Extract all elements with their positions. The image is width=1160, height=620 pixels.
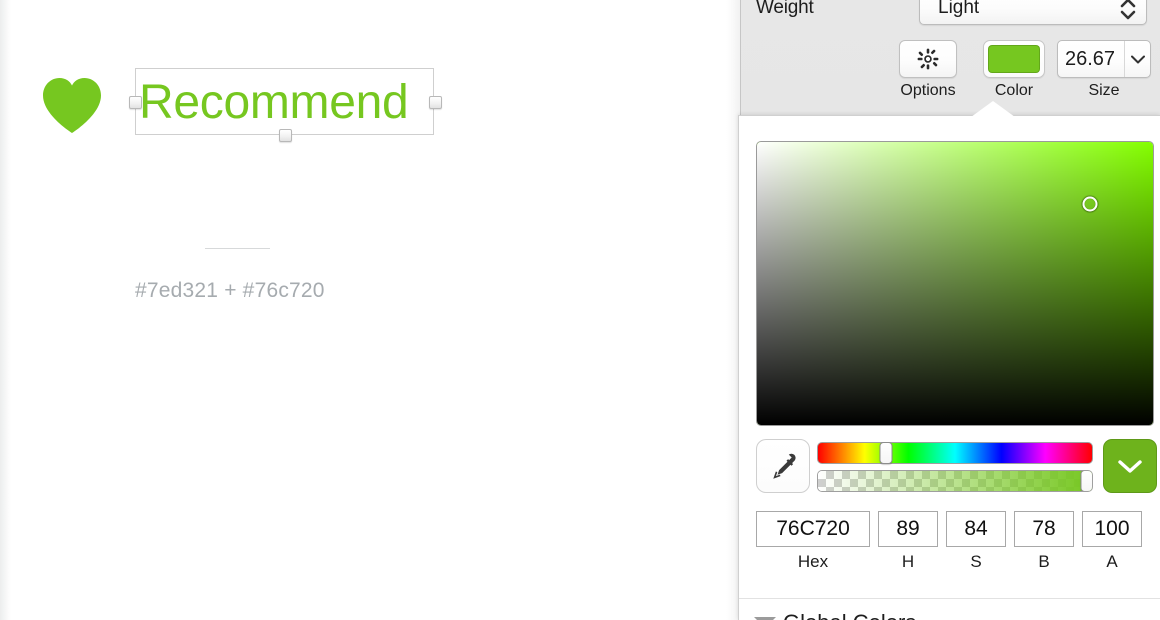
chevron-down-icon: [1130, 55, 1145, 63]
color-field-a[interactable]: 100 A: [1082, 511, 1142, 572]
text-shape-selection[interactable]: Recommend: [129, 68, 442, 142]
sb-black-layer: [757, 142, 1153, 425]
popover-arrow: [971, 101, 1015, 117]
color-field-s-input[interactable]: 84: [946, 511, 1006, 547]
weight-label: Weight: [756, 0, 814, 18]
color-field-s-label: S: [970, 552, 982, 571]
options-button[interactable]: [899, 40, 957, 78]
color-field-b[interactable]: 78 B: [1014, 511, 1074, 572]
color-field-hex-input[interactable]: 76C720: [756, 511, 870, 547]
swatch-caption: #7ed321 + #76c720: [135, 279, 325, 302]
size-value[interactable]: 26.67: [1058, 48, 1124, 71]
weight-select[interactable]: Light: [919, 0, 1147, 25]
heart-icon[interactable]: [41, 77, 103, 134]
chevron-down-icon: [1118, 459, 1142, 473]
options-label: Options: [900, 82, 956, 99]
app-root: Recommend #7ed321 + #76c720 Weight Light: [0, 0, 1160, 620]
color-field-h-label: H: [901, 552, 915, 571]
tool-row: Options Color 26.67 Size: [741, 40, 1160, 112]
color-field-hex-label: Hex: [797, 552, 829, 571]
resize-handle-left[interactable]: [129, 96, 142, 109]
options-tool[interactable]: Options: [880, 40, 976, 100]
color-field-hex[interactable]: 76C720 Hex: [756, 511, 870, 572]
color-value-fields: 76C720 Hex 89 H 84 S 78 B 100 A: [739, 511, 1160, 581]
eyedropper-icon: [773, 453, 796, 479]
shape-text[interactable]: Recommend: [136, 69, 435, 136]
weight-select-value: Light: [938, 0, 980, 18]
expand-collapse-button[interactable]: [1103, 439, 1157, 493]
size-tool[interactable]: 26.67 Size: [1049, 40, 1159, 100]
color-field-b-label: B: [1038, 552, 1050, 571]
caption-divider: [205, 248, 270, 249]
size-dropdown-button[interactable]: [1124, 41, 1150, 77]
saturation-brightness-area[interactable]: [756, 141, 1154, 426]
color-field-b-input[interactable]: 78: [1014, 511, 1074, 547]
color-tool[interactable]: Color: [966, 40, 1062, 100]
canvas-left-edge: [0, 0, 11, 620]
gear-icon: [917, 48, 939, 70]
color-picker-popover: 76C720 Hex 89 H 84 S 78 B 100 A Global Colors: [738, 101, 1160, 620]
global-colors-section[interactable]: Global Colors: [739, 598, 1160, 620]
global-colors-label: Global Colors: [783, 610, 916, 620]
alpha-gradient: [818, 471, 1092, 491]
size-field[interactable]: 26.67: [1057, 40, 1151, 78]
color-field-a-label: A: [1106, 552, 1118, 571]
color-label: Color: [994, 82, 1034, 99]
hue-slider-thumb[interactable]: [879, 442, 893, 464]
color-field-h-input[interactable]: 89: [878, 511, 938, 547]
color-field-a-input[interactable]: 100: [1082, 511, 1142, 547]
stepper-chevrons-icon[interactable]: [1117, 0, 1139, 23]
hue-slider[interactable]: [817, 442, 1093, 464]
color-field-h[interactable]: 89 H: [878, 511, 938, 572]
sb-marker[interactable]: [1082, 196, 1098, 212]
design-canvas[interactable]: Recommend #7ed321 + #76c720: [0, 0, 740, 620]
alpha-slider[interactable]: [817, 470, 1093, 492]
resize-handle-bottom[interactable]: [279, 129, 292, 142]
alpha-slider-thumb[interactable]: [1080, 471, 1092, 491]
size-label: Size: [1088, 82, 1120, 99]
slider-row: [739, 439, 1160, 505]
eyedropper-button[interactable]: [756, 439, 810, 493]
color-swatch: [988, 45, 1040, 73]
weight-row: Weight Light: [741, 0, 1160, 29]
color-swatch-button[interactable]: [983, 40, 1045, 78]
resize-handle-right[interactable]: [429, 96, 442, 109]
color-field-s[interactable]: 84 S: [946, 511, 1006, 572]
